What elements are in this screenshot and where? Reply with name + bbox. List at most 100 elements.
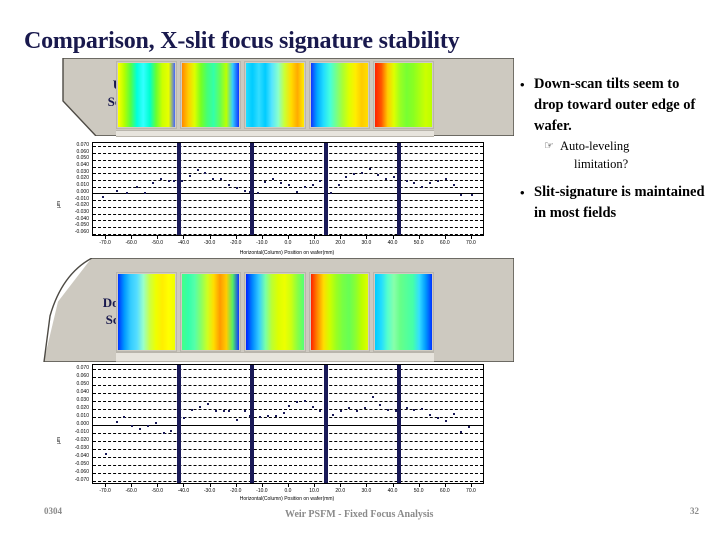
chart-data-point [397, 398, 400, 401]
chart-gridline [93, 457, 483, 458]
chart-data-point [405, 407, 408, 410]
chart-data-point [178, 456, 181, 459]
chart-xtick-label: 30.0 [361, 488, 372, 494]
down-scan-chart: µm Horizontal(Column) Position on wafer(… [52, 362, 492, 502]
field-boundary-marker [177, 143, 182, 235]
chart-data-point [319, 409, 322, 412]
chart-xtick [235, 484, 237, 487]
chart-data-point [178, 201, 181, 204]
wafer-field-gradient [374, 274, 433, 350]
bullet-subitem-1-line1: Auto-leveling [560, 139, 630, 153]
chart-data-point [303, 400, 306, 402]
wafer-field-gradient [246, 63, 304, 127]
chart-xtick-label: -40.0 [177, 240, 190, 246]
chart-ytick-label: -0.060 [74, 229, 89, 236]
bullet-dot-icon-2: • [520, 185, 525, 200]
chart-xtick [470, 484, 472, 487]
bullet-spacer [516, 173, 712, 182]
chart-data-point [206, 403, 209, 406]
chart-xtick-label: -30.0 [203, 488, 216, 494]
chart-data-point [264, 180, 267, 183]
chart-data-point [405, 179, 408, 182]
chart-data-point [243, 189, 246, 192]
chart-data-point [173, 180, 175, 183]
bullet-item-1-text: Down-scan tilts seem to drop toward oute… [534, 76, 696, 134]
chart-xtick [444, 236, 446, 239]
wafer-field-gradient [310, 63, 368, 127]
chart-data-point [267, 415, 270, 418]
bullet-subitem-1-line2: limitation? [574, 157, 629, 171]
slide-root: Comparison, X-slit focus signature stabi… [0, 0, 720, 540]
chart-data-point [105, 452, 108, 455]
chart-data-point [429, 181, 432, 184]
chart-data-point [421, 408, 424, 410]
chart-data-point [311, 406, 314, 409]
chart-ytick-label: 0.030 [76, 168, 89, 175]
chart-data-point [212, 177, 215, 180]
chart-data-point [146, 424, 149, 427]
chart-xtick [314, 236, 316, 239]
chart-data-point [191, 408, 194, 411]
chart-ytick-label: -0.010 [74, 195, 89, 202]
field-boundary-marker [177, 365, 182, 483]
chart-ytick-label: -0.050 [74, 460, 89, 467]
field-grid-down [116, 272, 435, 352]
wafer-field-gradient [182, 274, 240, 350]
chart-ytick-label: 0.060 [76, 148, 89, 155]
chart-gridline [93, 481, 483, 482]
chart-data-point [371, 396, 374, 398]
chart-data-point [311, 183, 314, 186]
chart-xtick [131, 484, 133, 487]
chart-ytick-label: 0.000 [76, 188, 89, 195]
wafer-field-gradient [374, 63, 433, 127]
chart-data-point [319, 180, 322, 183]
chart-xtick-label: 0.0 [284, 488, 292, 494]
chart-data-point [436, 416, 439, 419]
chart-data-point [436, 179, 439, 182]
chart-data-point [332, 414, 335, 417]
chart-data-point [115, 189, 118, 192]
chart-data-point [248, 415, 251, 418]
chart-ytick-label: -0.060 [74, 468, 89, 475]
wafer-field [244, 61, 306, 129]
chart-xtick-label: -50.0 [151, 240, 164, 246]
chart-xtick [340, 236, 342, 239]
up-scan-plot-area [92, 142, 484, 236]
chart-data-point [222, 410, 225, 413]
chart-data-point [363, 407, 366, 410]
chart-ytick-label: -0.030 [74, 444, 89, 451]
field-boundary-marker [396, 365, 401, 483]
chart-gridline [93, 417, 483, 418]
chart-xtick [444, 484, 446, 487]
chart-data-point [102, 196, 105, 199]
chart-gridline [93, 200, 483, 202]
chart-xtick-label: -50.0 [151, 488, 164, 494]
chart-data-point [392, 176, 395, 179]
chart-xtick-label: 30.0 [361, 240, 372, 246]
chart-ytick-label: 0.030 [76, 396, 89, 403]
chart-ytick-label: 0.070 [76, 141, 89, 148]
chart-xtick [418, 236, 420, 239]
bullet-subitem-1: ☞ Auto-leveling limitation? [544, 137, 712, 173]
wafer-field [244, 272, 306, 352]
chart-data-point [379, 404, 382, 406]
chart-xtick-label: 60.0 [439, 240, 450, 246]
chart-xtick [261, 236, 263, 239]
chart-gridline [93, 213, 483, 215]
chart-xtick [392, 236, 394, 239]
chart-gridline [93, 233, 483, 235]
chart-gridline [93, 173, 483, 175]
bullet-dot-icon: • [520, 77, 525, 92]
chart-xtick [288, 484, 289, 487]
chart-data-point [397, 169, 400, 172]
chart-data-point [180, 179, 183, 182]
chart-data-point [227, 410, 230, 413]
chart-ytick-label: -0.020 [74, 202, 89, 209]
chart-data-point [154, 422, 157, 425]
chart-gridline [93, 393, 483, 394]
wafer-field [308, 272, 370, 352]
footer-date: 0304 [44, 506, 62, 516]
pointing-hand-icon: ☞ [544, 140, 554, 152]
chart-data-point [387, 408, 390, 411]
chart-ytick-label: 0.020 [76, 175, 89, 182]
